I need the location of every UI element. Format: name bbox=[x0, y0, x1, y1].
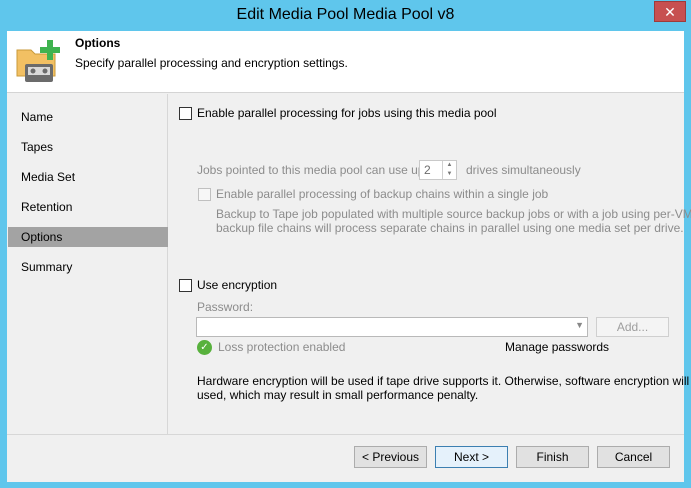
wizard-header: Options Specify parallel processing and … bbox=[7, 31, 684, 93]
window-title: Edit Media Pool Media Pool v8 bbox=[236, 6, 455, 23]
manage-passwords-link[interactable]: Manage passwords bbox=[505, 340, 609, 354]
parallel-processing-label[interactable]: Enable parallel processing for jobs usin… bbox=[197, 106, 497, 120]
dialog-client: Options Specify parallel processing and … bbox=[7, 31, 691, 482]
nav-item-tapes[interactable]: Tapes bbox=[8, 137, 168, 157]
nav-item-retention[interactable]: Retention bbox=[8, 197, 168, 217]
jobs-prefix-label: Jobs pointed to this media pool can use … bbox=[197, 163, 438, 177]
check-circle-icon: ✓ bbox=[197, 340, 212, 355]
page-subtitle: Specify parallel processing and encrypti… bbox=[75, 56, 348, 70]
password-label: Password: bbox=[197, 300, 254, 314]
wizard-steps-nav: Name Tapes Media Set Retention Options S… bbox=[7, 94, 168, 434]
next-button[interactable]: Next > bbox=[435, 446, 508, 468]
chevron-down-icon[interactable]: ▼ bbox=[575, 320, 584, 330]
jobs-suffix-label: drives simultaneously bbox=[466, 163, 581, 177]
backup-chains-desc-1: Backup to Tape job populated with multip… bbox=[216, 207, 691, 221]
backup-chains-label: Enable parallel processing of backup cha… bbox=[216, 187, 549, 201]
dialog-window: Edit Media Pool Media Pool v8 ✕ Options … bbox=[0, 0, 691, 488]
media-pool-add-icon bbox=[16, 40, 60, 82]
drives-value: 2 bbox=[424, 163, 431, 177]
title-bar[interactable]: Edit Media Pool Media Pool v8 ✕ bbox=[0, 0, 691, 31]
encryption-note-1: Hardware encryption will be used if tape… bbox=[197, 374, 691, 388]
backup-chains-desc-2: backup file chains will process separate… bbox=[216, 221, 684, 235]
chevron-down-icon[interactable]: ▼ bbox=[443, 170, 456, 179]
nav-item-name[interactable]: Name bbox=[8, 107, 168, 127]
use-encryption-checkbox[interactable] bbox=[179, 279, 192, 292]
nav-item-summary[interactable]: Summary bbox=[8, 257, 168, 277]
encryption-note-2: used, which may result in small performa… bbox=[197, 388, 479, 402]
previous-button[interactable]: < Previous bbox=[354, 446, 427, 468]
password-combo[interactable]: ▼ bbox=[196, 317, 588, 337]
drives-stepper[interactable]: 2 ▲ ▼ bbox=[419, 160, 457, 180]
wizard-footer: < Previous Next > Finish Cancel bbox=[7, 434, 684, 482]
loss-protection-label: Loss protection enabled bbox=[218, 340, 346, 354]
use-encryption-label[interactable]: Use encryption bbox=[197, 278, 277, 292]
page-title: Options bbox=[75, 36, 121, 50]
finish-button[interactable]: Finish bbox=[516, 446, 589, 468]
backup-chains-checkbox[interactable] bbox=[198, 188, 211, 201]
parallel-processing-checkbox[interactable] bbox=[179, 107, 192, 120]
close-button[interactable]: ✕ bbox=[654, 1, 686, 22]
add-password-button[interactable]: Add... bbox=[596, 317, 669, 337]
cancel-button[interactable]: Cancel bbox=[597, 446, 670, 468]
chevron-up-icon[interactable]: ▲ bbox=[443, 161, 456, 170]
nav-item-media-set[interactable]: Media Set bbox=[8, 167, 168, 187]
close-icon: ✕ bbox=[664, 4, 676, 20]
options-panel: Enable parallel processing for jobs usin… bbox=[169, 94, 691, 434]
stepper-arrows[interactable]: ▲ ▼ bbox=[442, 161, 456, 179]
nav-item-options[interactable]: Options bbox=[8, 227, 168, 247]
